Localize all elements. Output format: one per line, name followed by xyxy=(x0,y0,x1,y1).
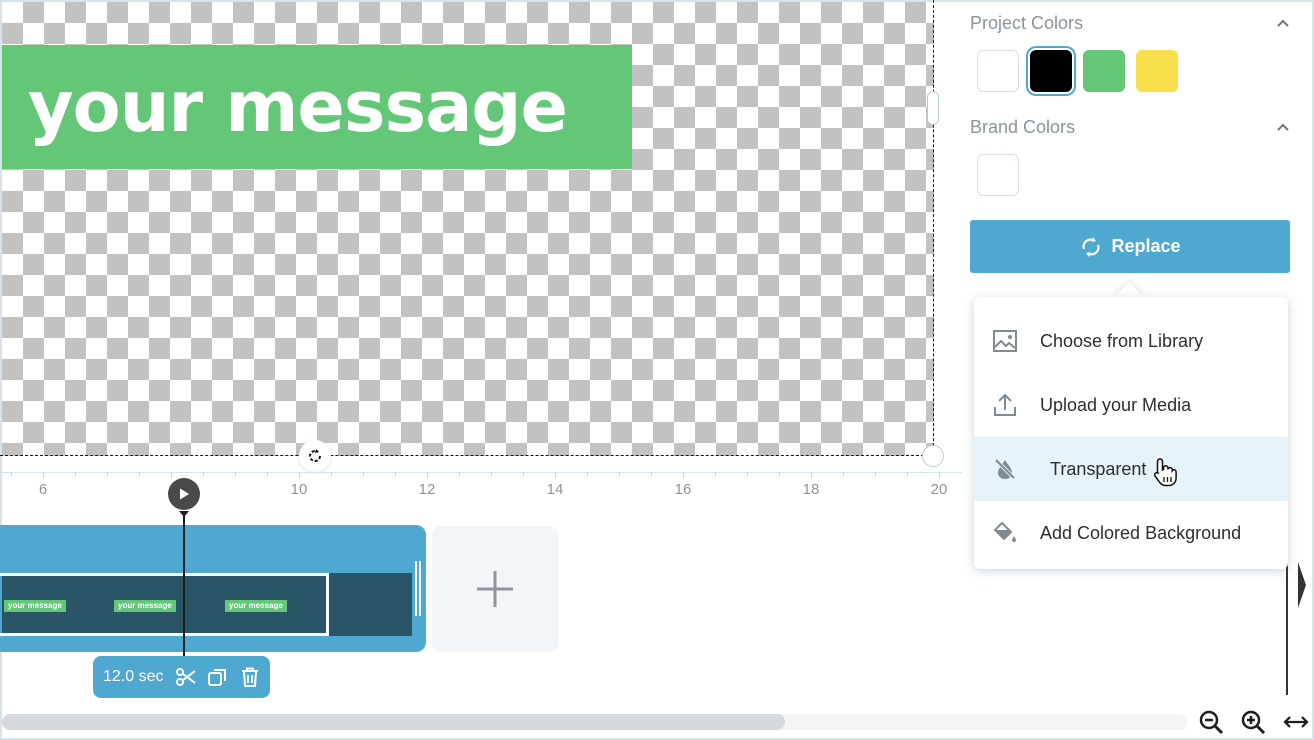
brand-colors-title: Brand Colors xyxy=(970,117,1076,137)
ruler-label: 16 xyxy=(674,481,692,498)
ruler-tick xyxy=(939,472,940,478)
menu-item-choose-from-library[interactable]: Choose from Library xyxy=(974,309,1288,373)
resize-handle-right[interactable] xyxy=(927,91,939,125)
rotate-handle[interactable] xyxy=(299,440,331,472)
ruler-tick xyxy=(107,472,108,476)
play-button[interactable] xyxy=(167,478,200,510)
duplicate-icon xyxy=(208,669,227,686)
menu-item-label: Add Colored Background xyxy=(1040,522,1242,543)
ruler-tick xyxy=(459,472,460,476)
ruler-tick xyxy=(427,472,428,478)
replace-menu: Choose from Library Upload your Media Tr… xyxy=(974,297,1288,569)
ruler-tick xyxy=(811,472,812,478)
zoom-out-button[interactable] xyxy=(1197,708,1225,736)
ruler-label: 6 xyxy=(38,481,48,498)
rotate-icon xyxy=(309,449,321,462)
timeline-scroll-thumb[interactable] xyxy=(2,714,785,730)
project-color-swatch[interactable] xyxy=(977,50,1019,92)
menu-item-label: Choose from Library xyxy=(1040,330,1204,351)
properties-panel: Project Colors Brand Colors Replace xyxy=(946,2,1314,302)
ruler-tick xyxy=(779,472,780,476)
clip-selection-frame xyxy=(0,573,329,636)
ruler-tick xyxy=(907,472,908,476)
playhead-line[interactable] xyxy=(182,514,185,659)
zoom-out-icon xyxy=(1199,710,1224,735)
ruler-tick xyxy=(299,472,300,478)
chevron-up-icon xyxy=(1277,19,1289,27)
ruler-tick xyxy=(747,472,748,476)
trash-icon xyxy=(242,667,259,687)
timeline-end-flag[interactable] xyxy=(1298,562,1306,608)
brand-color-swatch[interactable] xyxy=(977,154,1019,196)
chevron-up-icon xyxy=(1277,123,1289,131)
ruler-label: 10 xyxy=(290,481,308,498)
ruler-label: 20 xyxy=(930,481,948,498)
menu-item-label: Transparent xyxy=(1050,458,1147,479)
menu-item-add-colored-background[interactable]: Add Colored Background xyxy=(974,501,1288,565)
selection-outline xyxy=(0,0,934,456)
clip-trim-handle[interactable] xyxy=(415,561,421,616)
ruler-tick xyxy=(651,472,652,476)
delete-button[interactable] xyxy=(239,666,261,688)
zoom-in-icon xyxy=(1241,710,1266,735)
fit-width-button[interactable] xyxy=(1282,708,1310,736)
clip-duration: 12.0 sec xyxy=(103,668,164,685)
ruler-label: 12 xyxy=(418,481,436,498)
ruler-tick xyxy=(363,472,364,476)
pointer-cursor-icon xyxy=(1152,457,1178,492)
ruler-tick xyxy=(75,472,76,476)
ruler-tick xyxy=(203,472,204,476)
ruler-tick xyxy=(139,472,140,476)
replace-button-label: Replace xyxy=(1111,236,1181,256)
ruler-tick xyxy=(331,472,332,476)
ruler-tick xyxy=(715,472,716,476)
image-icon xyxy=(990,326,1020,356)
ruler-tick xyxy=(235,472,236,476)
ruler-label: 14 xyxy=(546,481,564,498)
resize-handle-corner[interactable] xyxy=(922,445,944,467)
ruler-tick xyxy=(491,472,492,476)
brand-colors-collapse[interactable] xyxy=(1276,120,1290,139)
ruler-tick xyxy=(843,472,844,476)
fit-width-icon xyxy=(1283,716,1309,728)
paint-bucket-icon xyxy=(990,518,1020,548)
ruler-label: 18 xyxy=(802,481,820,498)
scissors-icon xyxy=(176,668,197,686)
duplicate-button[interactable] xyxy=(207,666,229,688)
no-fill-icon xyxy=(990,454,1020,484)
playhead-arrow xyxy=(178,511,189,517)
project-color-swatch[interactable] xyxy=(1083,50,1125,92)
ruler-tick xyxy=(875,472,876,476)
menu-item-label: Upload your Media xyxy=(1040,394,1192,415)
ruler-tick xyxy=(523,472,524,476)
replace-button[interactable]: Replace xyxy=(970,220,1290,273)
timeline-end-marker[interactable] xyxy=(1286,562,1288,695)
ruler-tick xyxy=(683,472,684,478)
ruler-baseline xyxy=(2,472,962,473)
plus-icon xyxy=(477,571,513,607)
play-icon xyxy=(179,488,189,500)
ruler-tick xyxy=(43,472,44,478)
menu-item-upload-media[interactable]: Upload your Media xyxy=(974,373,1288,437)
ruler-tick xyxy=(555,472,556,478)
ruler-tick xyxy=(395,472,396,476)
refresh-icon xyxy=(1082,236,1100,257)
timeline-ruler[interactable]: 6 10 12 14 16 18 20 xyxy=(2,472,962,512)
ruler-tick xyxy=(171,472,172,478)
ruler-tick xyxy=(619,472,620,476)
split-button[interactable] xyxy=(175,666,197,688)
project-color-swatch[interactable] xyxy=(1136,50,1178,92)
ruler-tick xyxy=(267,472,268,476)
ruler-tick xyxy=(11,472,12,476)
zoom-in-button[interactable] xyxy=(1239,708,1267,736)
project-colors-title: Project Colors xyxy=(970,13,1084,33)
add-clip-button[interactable] xyxy=(432,526,558,652)
project-color-swatch-selected[interactable] xyxy=(1030,50,1072,92)
clip-toolbar: 12.0 sec xyxy=(93,656,270,698)
ruler-tick xyxy=(587,472,588,476)
upload-icon xyxy=(990,390,1020,420)
project-colors-collapse[interactable] xyxy=(1276,16,1290,35)
menu-item-transparent[interactable]: Transparent xyxy=(974,437,1288,501)
